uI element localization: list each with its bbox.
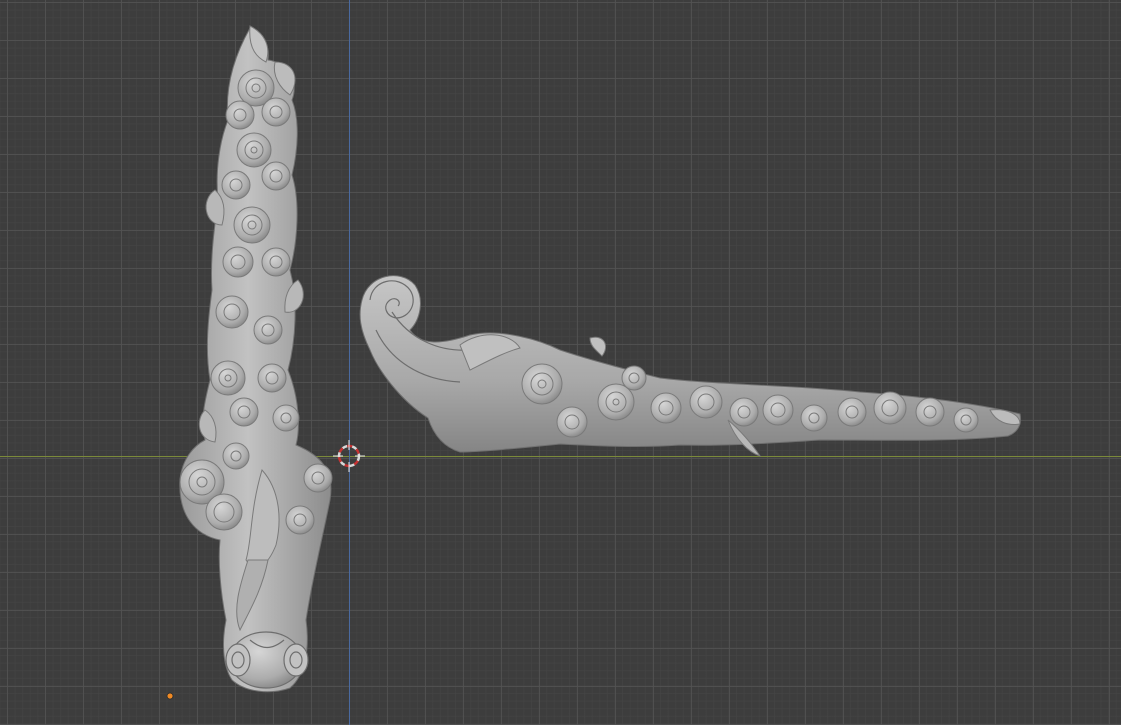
scene-objects — [166, 25, 1021, 700]
object-origin-dot — [166, 692, 174, 700]
horizontal-scroll-ornament[interactable] — [359, 275, 1021, 457]
3d-cursor-icon[interactable] — [333, 440, 365, 472]
3d-viewport[interactable] — [0, 0, 1121, 725]
vertical-rose-ornament[interactable] — [179, 25, 333, 693]
acanthus-leaf — [589, 336, 606, 357]
horizontal-ornament-body — [359, 275, 1021, 453]
